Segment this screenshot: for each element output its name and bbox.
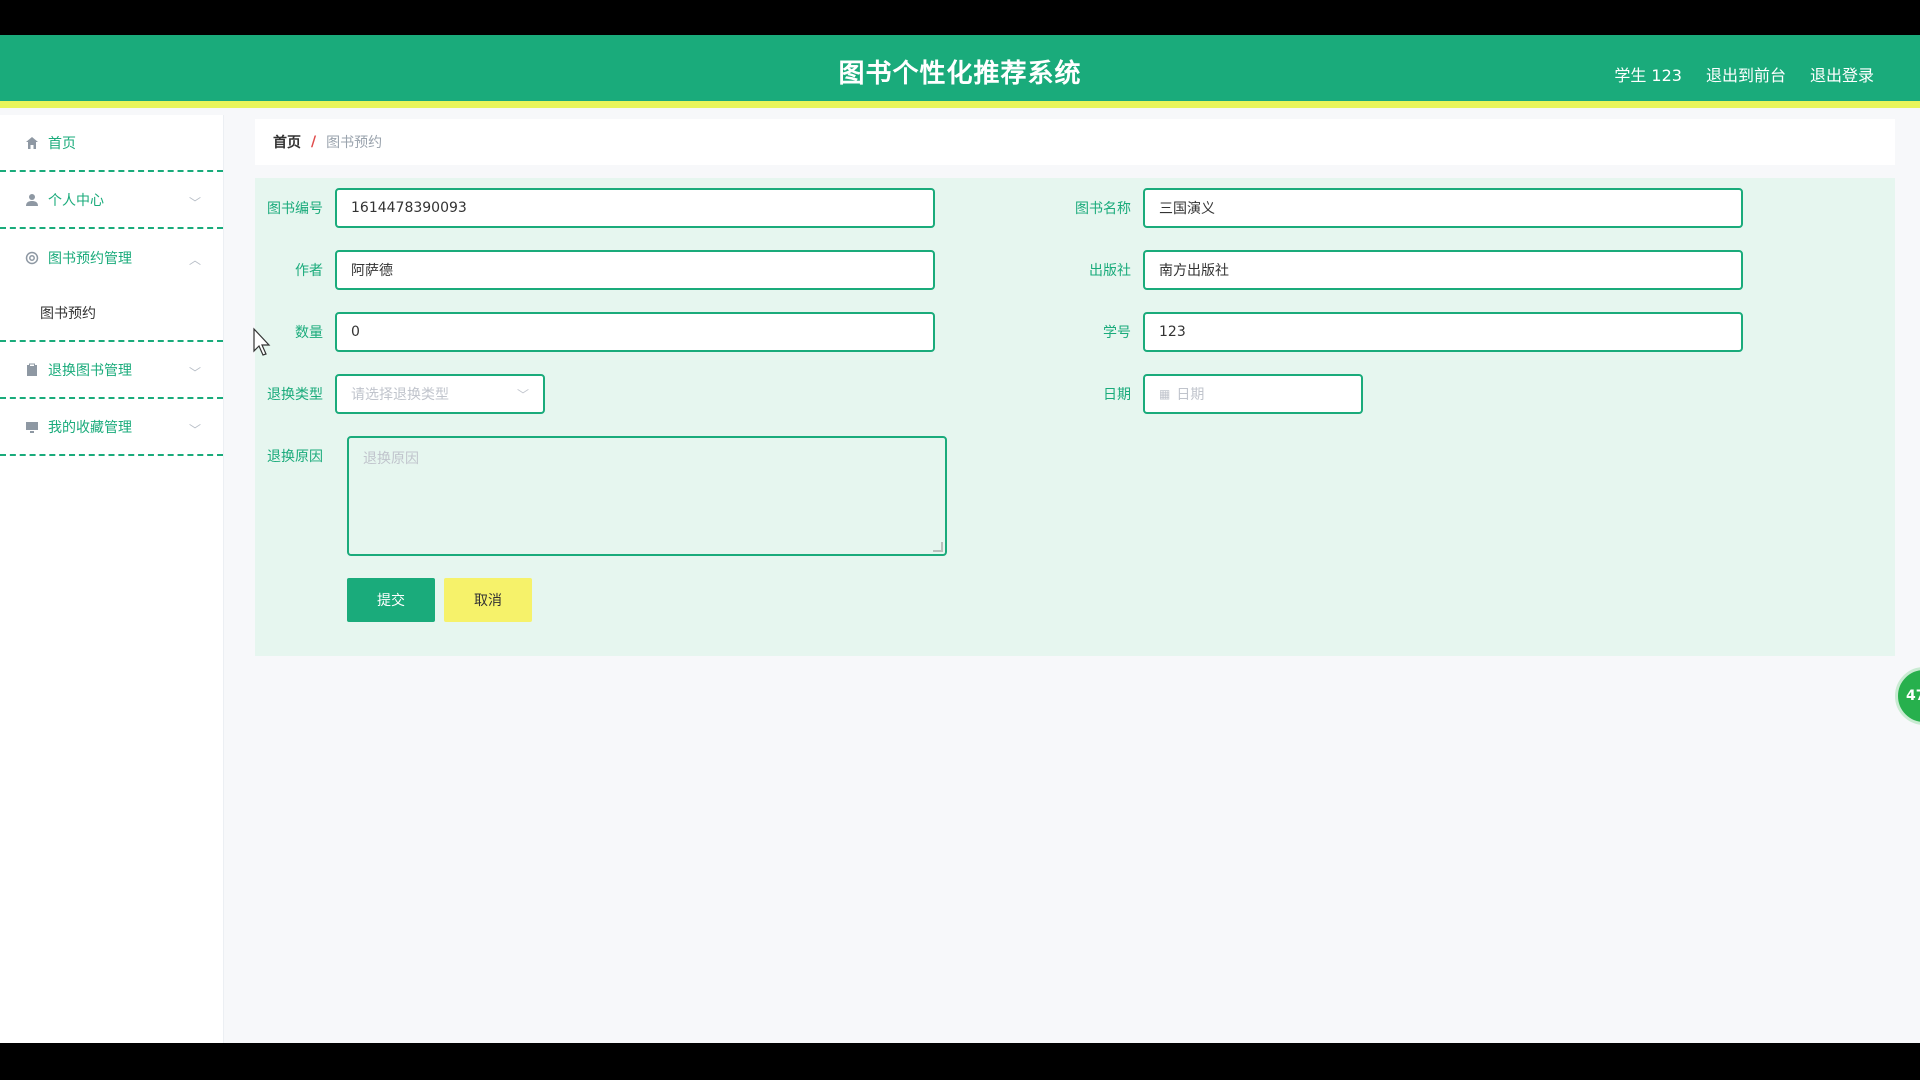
sidebar-item-return-mgmt[interactable]: 退换图书管理 ﹀: [0, 342, 223, 399]
student-no-label: 学号: [1103, 325, 1131, 341]
chevron-down-icon: ﹀: [516, 387, 529, 402]
field-reason: 退换原因: [255, 436, 335, 466]
chevron-down-icon: ﹀: [188, 423, 201, 437]
book-no-input[interactable]: 1614478390093: [335, 188, 935, 228]
floating-badge-value: 47: [1906, 688, 1920, 704]
breadcrumb-separator: /: [311, 134, 317, 150]
app-root: 图书个性化推荐系统 学生 123 退出到前台 退出登录 首页 个人中心 ﹀ 图书…: [0, 35, 1920, 1043]
author-label: 作者: [295, 263, 323, 279]
publisher-label: 出版社: [1089, 263, 1131, 279]
sidebar-item-label: 退换图书管理: [48, 362, 132, 379]
book-name-input[interactable]: 三国演义: [1143, 188, 1743, 228]
sidebar-subitem-book-reservation[interactable]: 图书预约: [0, 286, 223, 342]
chevron-up-icon: ︿: [188, 253, 201, 267]
field-publisher: 出版社 南方出版社: [1063, 250, 1743, 290]
submit-button[interactable]: 提交: [347, 578, 435, 622]
screen-bottom-bar: [0, 1043, 1920, 1080]
header: 图书个性化推荐系统 学生 123 退出到前台 退出登录: [0, 35, 1920, 108]
publisher-input[interactable]: 南方出版社: [1143, 250, 1743, 290]
clipboard-icon: [24, 362, 40, 378]
reason-placeholder: 退换原因: [363, 451, 419, 467]
date-picker[interactable]: ▦ 日期: [1143, 374, 1363, 414]
user-label: 学生 123: [1614, 66, 1682, 85]
user-icon: [24, 192, 40, 208]
book-no-label: 图书编号: [267, 201, 323, 217]
field-student-no: 学号 123: [1063, 312, 1743, 352]
field-author: 作者 阿萨德: [255, 250, 935, 290]
field-date: 日期 ▦ 日期: [1063, 374, 1363, 414]
sidebar-item-favorites-mgmt[interactable]: 我的收藏管理 ﹀: [0, 399, 223, 456]
chevron-down-icon: ﹀: [188, 196, 201, 210]
sidebar-item-label: 首页: [48, 135, 76, 152]
breadcrumb-current: 图书预约: [326, 135, 383, 151]
logout-link[interactable]: 退出登录: [1810, 62, 1874, 86]
reason-label: 退换原因: [267, 449, 323, 465]
form-panel: 图书编号 1614478390093 图书名称 三国演义 作者 阿萨德 出版社 …: [255, 178, 1895, 656]
back-to-front-link[interactable]: 退出到前台: [1706, 62, 1786, 86]
book-name-label: 图书名称: [1075, 201, 1131, 217]
return-type-label: 退换类型: [267, 387, 323, 403]
mouse-cursor-icon: [253, 327, 271, 356]
field-return-type: 退换类型 请选择退换类型 ﹀: [255, 374, 545, 414]
return-type-select[interactable]: 请选择退换类型 ﹀: [335, 374, 545, 414]
sidebar-subitem-label: 图书预约: [40, 306, 96, 322]
sidebar-item-label: 图书预约管理: [48, 250, 132, 267]
resize-handle-icon[interactable]: [933, 542, 943, 552]
chevron-down-icon: ﹀: [188, 366, 201, 380]
sidebar-item-personal-center[interactable]: 个人中心 ﹀: [0, 172, 223, 229]
field-book-no: 图书编号 1614478390093: [255, 188, 935, 228]
gear-icon: [24, 250, 40, 266]
student-no-input[interactable]: 123: [1143, 312, 1743, 352]
calendar-icon: ▦: [1159, 387, 1171, 401]
date-label: 日期: [1103, 387, 1131, 403]
breadcrumb: 首页 / 图书预约: [255, 119, 1895, 165]
date-placeholder: 日期: [1176, 387, 1205, 403]
sidebar-item-label: 个人中心: [48, 192, 104, 209]
header-actions: 学生 123 退出到前台 退出登录: [1614, 62, 1874, 86]
sidebar-item-book-reservation-mgmt[interactable]: 图书预约管理 ︿: [0, 229, 223, 286]
breadcrumb-home[interactable]: 首页: [273, 132, 301, 152]
cancel-button[interactable]: 取消: [444, 578, 532, 622]
reason-textarea[interactable]: 退换原因: [347, 436, 947, 556]
monitor-icon: [24, 419, 40, 435]
sidebar-item-home[interactable]: 首页: [0, 115, 223, 172]
field-book-name: 图书名称 三国演义: [1063, 188, 1743, 228]
sidebar: 首页 个人中心 ﹀ 图书预约管理 ︿ 图书预约 退换图书管理 ﹀ 我的收藏管理 …: [0, 115, 224, 1043]
return-type-placeholder: 请选择退换类型: [351, 387, 449, 403]
home-icon: [24, 135, 40, 151]
quantity-input[interactable]: 0: [335, 312, 935, 352]
author-input[interactable]: 阿萨德: [335, 250, 935, 290]
sidebar-item-label: 我的收藏管理: [48, 419, 132, 436]
field-quantity: 数量 0: [255, 312, 935, 352]
floating-badge[interactable]: 47: [1895, 667, 1920, 725]
screen-top-bar: [0, 0, 1920, 35]
